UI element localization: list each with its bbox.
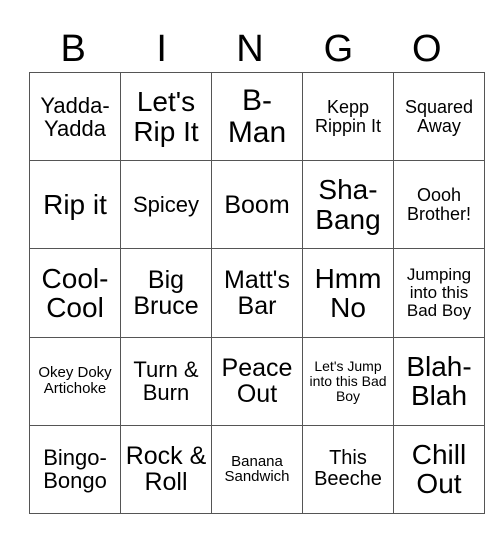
cell-text: Okey Doky Artichoke bbox=[38, 364, 112, 398]
cell-text: B-Man bbox=[227, 84, 287, 149]
header-letter-n: N bbox=[236, 28, 264, 70]
bingo-cell[interactable]: B-Man bbox=[211, 71, 303, 162]
bingo-cell[interactable]: Banana Sandwich bbox=[211, 424, 303, 515]
bingo-cell[interactable]: Chill Out bbox=[393, 424, 485, 515]
bingo-cell[interactable]: Sha-Bang bbox=[302, 160, 394, 250]
bingo-cell[interactable]: Kepp Rippin It bbox=[302, 71, 394, 162]
cell-text: Oooh Brother! bbox=[406, 184, 472, 224]
grid-row: Bingo-Bongo Rock & Roll Banana Sandwich … bbox=[29, 424, 485, 515]
cell-text: Bingo-Bongo bbox=[43, 445, 107, 494]
cell-text: Rip it bbox=[43, 189, 107, 221]
bingo-cell[interactable]: Hmm No bbox=[302, 248, 394, 338]
bingo-cell[interactable]: Jumping into this Bad Boy bbox=[393, 248, 485, 338]
header-letter-i: I bbox=[156, 28, 167, 70]
cell-text: Rock & Roll bbox=[125, 442, 207, 497]
bingo-cell[interactable]: Rip it bbox=[29, 160, 121, 250]
cell-text: Banana Sandwich bbox=[224, 452, 290, 486]
cell-text: Hmm No bbox=[314, 262, 382, 323]
bingo-header: B I N G O bbox=[29, 26, 471, 72]
cell-text: Turn & Burn bbox=[133, 357, 199, 406]
bingo-cell[interactable]: Big Bruce bbox=[120, 248, 212, 338]
bingo-cell[interactable]: Matt's Bar bbox=[211, 248, 303, 338]
bingo-cell[interactable]: Okey Doky Artichoke bbox=[29, 336, 121, 426]
bingo-cell[interactable]: Squared Away bbox=[393, 71, 485, 162]
bingo-cell[interactable]: Yadda-Yadda bbox=[29, 71, 121, 162]
cell-text: Yadda-Yadda bbox=[40, 92, 110, 141]
cell-text: Cool-Cool bbox=[41, 262, 109, 323]
bingo-cell[interactable]: Peace Out bbox=[211, 336, 303, 426]
bingo-cell[interactable]: Blah-Blah bbox=[393, 336, 485, 426]
bingo-grid: Yadda-Yadda Let's Rip It B-Man Kepp Ripp… bbox=[29, 71, 485, 515]
bingo-cell[interactable]: Spicey bbox=[120, 160, 212, 250]
cell-text: Squared Away bbox=[404, 96, 474, 136]
cell-text: Let's Rip It bbox=[133, 86, 199, 147]
header-letter-b: B bbox=[60, 28, 86, 70]
bingo-cell[interactable]: Bingo-Bongo bbox=[29, 424, 121, 515]
header-letter-o: O bbox=[412, 28, 442, 70]
bingo-cell[interactable]: Turn & Burn bbox=[120, 336, 212, 426]
bingo-cell[interactable]: Let's Jump into this Bad Boy bbox=[302, 336, 394, 426]
bingo-cell[interactable]: This Beeche bbox=[302, 424, 394, 515]
cell-text: Jumping into this Bad Boy bbox=[406, 265, 472, 320]
bingo-cell[interactable]: Cool-Cool bbox=[29, 248, 121, 338]
cell-text: Sha-Bang bbox=[315, 174, 381, 235]
cell-text: Kepp Rippin It bbox=[314, 96, 382, 136]
cell-text: Let's Jump into this Bad Boy bbox=[309, 358, 387, 404]
cell-text: Boom bbox=[224, 190, 290, 219]
grid-row: Cool-Cool Big Bruce Matt's Bar Hmm No Ju… bbox=[29, 248, 485, 338]
bingo-cell[interactable]: Oooh Brother! bbox=[393, 160, 485, 250]
cell-text: Peace Out bbox=[221, 353, 293, 409]
cell-text: Blah-Blah bbox=[406, 350, 472, 412]
cell-text: Big Bruce bbox=[133, 265, 199, 320]
cell-text: This Beeche bbox=[314, 447, 382, 491]
bingo-cell[interactable]: Boom bbox=[211, 160, 303, 250]
cell-text: Spicey bbox=[132, 192, 200, 218]
bingo-cell[interactable]: Rock & Roll bbox=[120, 424, 212, 515]
grid-row: Rip it Spicey Boom Sha-Bang Oooh Brother… bbox=[29, 160, 485, 250]
grid-row: Okey Doky Artichoke Turn & Burn Peace Ou… bbox=[29, 336, 485, 426]
cell-text: Chill Out bbox=[411, 438, 467, 500]
bingo-cell[interactable]: Let's Rip It bbox=[120, 71, 212, 162]
header-letter-g: G bbox=[323, 28, 354, 70]
grid-row: Yadda-Yadda Let's Rip It B-Man Kepp Ripp… bbox=[29, 71, 485, 162]
cell-text: Matt's Bar bbox=[224, 265, 290, 320]
